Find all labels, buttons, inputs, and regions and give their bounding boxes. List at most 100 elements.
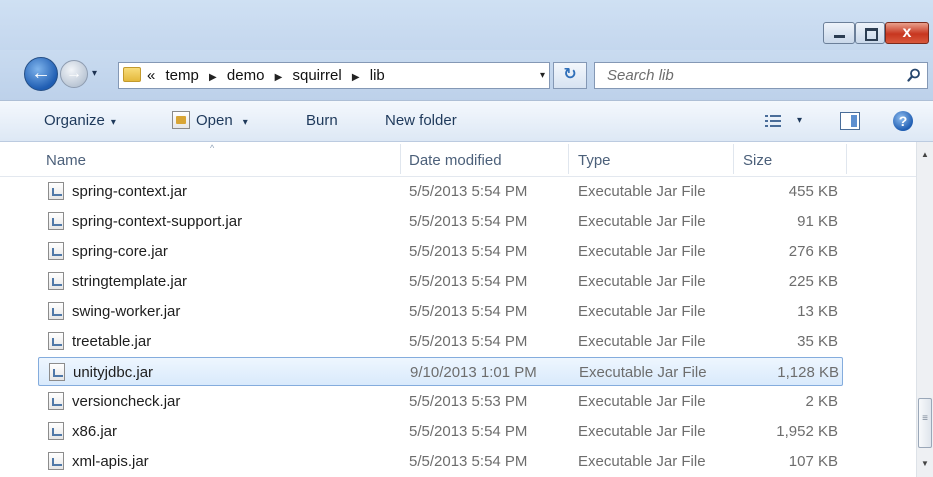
column-header-type[interactable]: Type: [578, 142, 611, 176]
file-size: 2 KB: [805, 393, 838, 410]
file-row[interactable]: spring-context-support.jar 5/5/2013 5:54 …: [38, 207, 843, 236]
scroll-down-arrow-icon[interactable]: ▼: [917, 455, 933, 473]
views-dropdown-icon[interactable]: ▾: [797, 101, 802, 141]
refresh-icon: ↻: [563, 66, 577, 83]
file-size: 1,128 KB: [777, 364, 839, 381]
file-row[interactable]: stringtemplate.jar 5/5/2013 5:54 PM Execut…: [38, 267, 843, 296]
jar-file-icon: [48, 272, 64, 290]
file-row[interactable]: spring-context.jar 5/5/2013 5:54 PM Execut…: [38, 177, 843, 206]
breadcrumb-item-squirrel[interactable]: squirrel: [293, 67, 342, 84]
file-date-modified: 5/5/2013 5:54 PM: [409, 423, 528, 440]
minimize-button[interactable]: [823, 22, 855, 44]
file-name: spring-core.jar: [72, 243, 168, 260]
breadcrumb-separator-icon[interactable]: ▶: [275, 72, 283, 83]
file-type: Executable Jar File: [578, 303, 706, 320]
jar-file-icon: [48, 302, 64, 320]
maximize-button[interactable]: [855, 22, 885, 44]
jar-file-icon: [48, 242, 64, 260]
file-date-modified: 5/5/2013 5:54 PM: [409, 453, 528, 470]
file-name: xml-apis.jar: [72, 453, 149, 470]
file-row[interactable]: versioncheck.jar 5/5/2013 5:53 PM Executab…: [38, 387, 843, 416]
file-date-modified: 5/5/2013 5:54 PM: [409, 273, 528, 290]
burn-label: Burn: [306, 112, 338, 129]
breadcrumb-item-demo[interactable]: demo: [227, 67, 265, 84]
breadcrumb-item-temp[interactable]: temp: [166, 67, 199, 84]
column-divider[interactable]: [846, 144, 847, 174]
preview-pane-icon[interactable]: [840, 112, 860, 130]
jar-file-icon: [48, 182, 64, 200]
file-size: 13 KB: [797, 303, 838, 320]
chevron-down-icon: ▾: [242, 117, 248, 128]
forward-button[interactable]: →: [60, 60, 88, 88]
scroll-thumb[interactable]: [918, 398, 932, 448]
column-header-size[interactable]: Size: [743, 142, 772, 176]
close-icon: x: [902, 24, 912, 41]
column-divider[interactable]: [400, 144, 401, 174]
file-row[interactable]: xml-apis.jar 5/5/2013 5:54 PM Executable J…: [38, 447, 843, 476]
breadcrumb: « temp ▶ demo ▶ squirrel ▶ lib: [147, 63, 385, 88]
breadcrumb-item-lib[interactable]: lib: [370, 67, 385, 84]
file-type: Executable Jar File: [578, 453, 706, 470]
file-row[interactable]: unityjdbc.jar 9/10/2013 1:01 PM Executable…: [38, 357, 843, 386]
file-type: Executable Jar File: [578, 393, 706, 410]
file-name: versioncheck.jar: [72, 393, 181, 410]
file-size: 35 KB: [797, 333, 838, 350]
file-type: Executable Jar File: [578, 423, 706, 440]
address-bar[interactable]: « temp ▶ demo ▶ squirrel ▶ lib ▾: [118, 62, 550, 89]
breadcrumb-separator-icon[interactable]: ▶: [352, 72, 360, 83]
file-date-modified: 5/5/2013 5:54 PM: [409, 243, 528, 260]
file-size: 455 KB: [788, 183, 838, 200]
file-date-modified: 5/5/2013 5:53 PM: [409, 393, 528, 410]
new-folder-button[interactable]: New folder: [385, 101, 457, 141]
close-button[interactable]: x: [885, 22, 929, 44]
forward-arrow-icon: →: [66, 65, 82, 82]
file-row[interactable]: treetable.jar 5/5/2013 5:54 PM Executable …: [38, 327, 843, 356]
open-button[interactable]: Open ▾: [172, 101, 248, 141]
file-date-modified: 5/5/2013 5:54 PM: [409, 303, 528, 320]
column-header-name[interactable]: Name: [46, 142, 86, 176]
scroll-up-arrow-icon[interactable]: ▲: [917, 146, 933, 164]
recent-pages-dropdown[interactable]: ▾: [92, 68, 97, 79]
file-row[interactable]: spring-core.jar 5/5/2013 5:54 PM Executabl…: [38, 237, 843, 266]
folder-icon: [123, 67, 141, 82]
file-name: unityjdbc.jar: [73, 364, 154, 381]
jar-file-icon: [48, 332, 64, 350]
address-history-dropdown[interactable]: ▾: [540, 63, 545, 88]
refresh-button[interactable]: ↻: [553, 62, 587, 89]
explorer-window: x ← → ▾ « temp ▶ demo ▶ squirrel ▶ lib ▾…: [0, 0, 933, 477]
change-view-icon[interactable]: [765, 114, 781, 128]
jar-file-icon: [48, 212, 64, 230]
vertical-scrollbar[interactable]: ▲ ▼: [916, 142, 933, 477]
file-size: 1,952 KB: [776, 423, 838, 440]
file-type: Executable Jar File: [578, 183, 706, 200]
file-type: Executable Jar File: [578, 243, 706, 260]
column-divider[interactable]: [568, 144, 569, 174]
file-type: Executable Jar File: [578, 333, 706, 350]
file-size: 276 KB: [788, 243, 838, 260]
open-label: Open: [196, 112, 233, 129]
back-button[interactable]: ←: [24, 57, 58, 91]
open-program-icon: [172, 111, 190, 129]
file-date-modified: 9/10/2013 1:01 PM: [410, 364, 537, 381]
file-row[interactable]: swing-worker.jar 5/5/2013 5:54 PM Executab…: [38, 297, 843, 326]
column-divider[interactable]: [733, 144, 734, 174]
file-name: stringtemplate.jar: [72, 273, 188, 290]
search-input[interactable]: Search lib: [594, 62, 928, 89]
sort-ascending-icon: ^: [210, 143, 215, 153]
breadcrumb-overflow[interactable]: «: [147, 67, 155, 84]
file-size: 91 KB: [797, 213, 838, 230]
burn-button[interactable]: Burn: [306, 101, 338, 141]
file-name: spring-context-support.jar: [72, 213, 243, 230]
file-type: Executable Jar File: [579, 364, 707, 381]
back-arrow-icon: ←: [31, 62, 51, 84]
search-icon[interactable]: [907, 68, 921, 82]
breadcrumb-separator-icon[interactable]: ▶: [209, 72, 217, 83]
file-row[interactable]: x86.jar 5/5/2013 5:54 PM Executable Jar Fi…: [38, 417, 843, 446]
file-name: x86.jar: [72, 423, 118, 440]
title-bar: x: [0, 0, 933, 50]
column-header-date[interactable]: Date modified: [409, 142, 502, 176]
help-icon[interactable]: ?: [893, 111, 913, 131]
organize-button[interactable]: Organize ▾: [44, 101, 116, 141]
file-list: Name ^ Date modified Type Size spring-co…: [0, 142, 933, 477]
file-size: 225 KB: [788, 273, 838, 290]
